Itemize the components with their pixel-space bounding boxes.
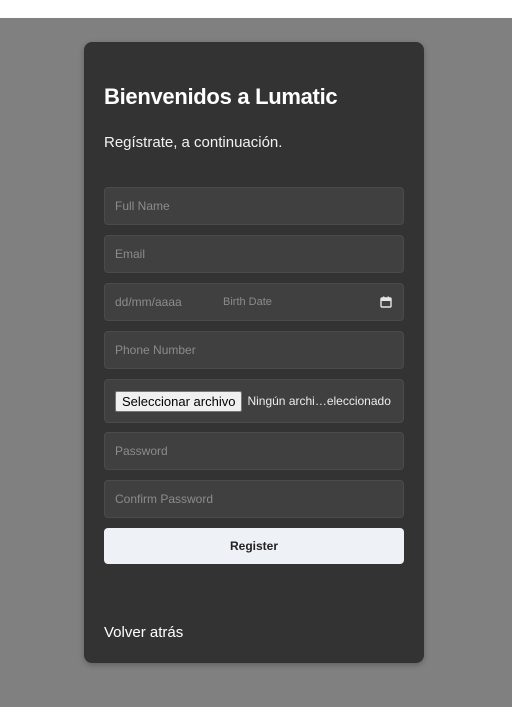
choose-file-button[interactable]: Seleccionar archivo bbox=[115, 390, 243, 412]
birth-date-label: Birth Date bbox=[223, 296, 272, 308]
top-bar bbox=[0, 0, 512, 18]
phone-input[interactable] bbox=[105, 332, 403, 368]
email-input[interactable] bbox=[105, 236, 403, 272]
email-field bbox=[104, 235, 404, 273]
full-name-input[interactable] bbox=[105, 188, 403, 224]
file-status-text: Ningún archi…eleccionado bbox=[247, 394, 391, 408]
full-name-field bbox=[104, 187, 404, 225]
phone-field bbox=[104, 331, 404, 369]
password-input[interactable] bbox=[105, 433, 403, 469]
register-button[interactable]: Register bbox=[104, 528, 404, 564]
file-upload-field: Seleccionar archivo Ningún archi…eleccio… bbox=[104, 379, 404, 423]
page-subtitle: Regístrate, a continuación. bbox=[104, 134, 283, 151]
confirm-password-field bbox=[104, 480, 404, 518]
confirm-password-input[interactable] bbox=[105, 481, 403, 517]
page-title: Bienvenidos a Lumatic bbox=[104, 84, 338, 109]
password-field bbox=[104, 432, 404, 470]
back-link[interactable]: Volver atrás bbox=[104, 624, 183, 641]
register-card: Bienvenidos a Lumatic Regístrate, a cont… bbox=[84, 42, 424, 663]
birth-date-field[interactable]: dd/mm/aaaa Birth Date bbox=[104, 283, 404, 321]
date-placeholder[interactable]: dd/mm/aaaa bbox=[115, 295, 223, 309]
calendar-icon[interactable] bbox=[379, 295, 393, 309]
